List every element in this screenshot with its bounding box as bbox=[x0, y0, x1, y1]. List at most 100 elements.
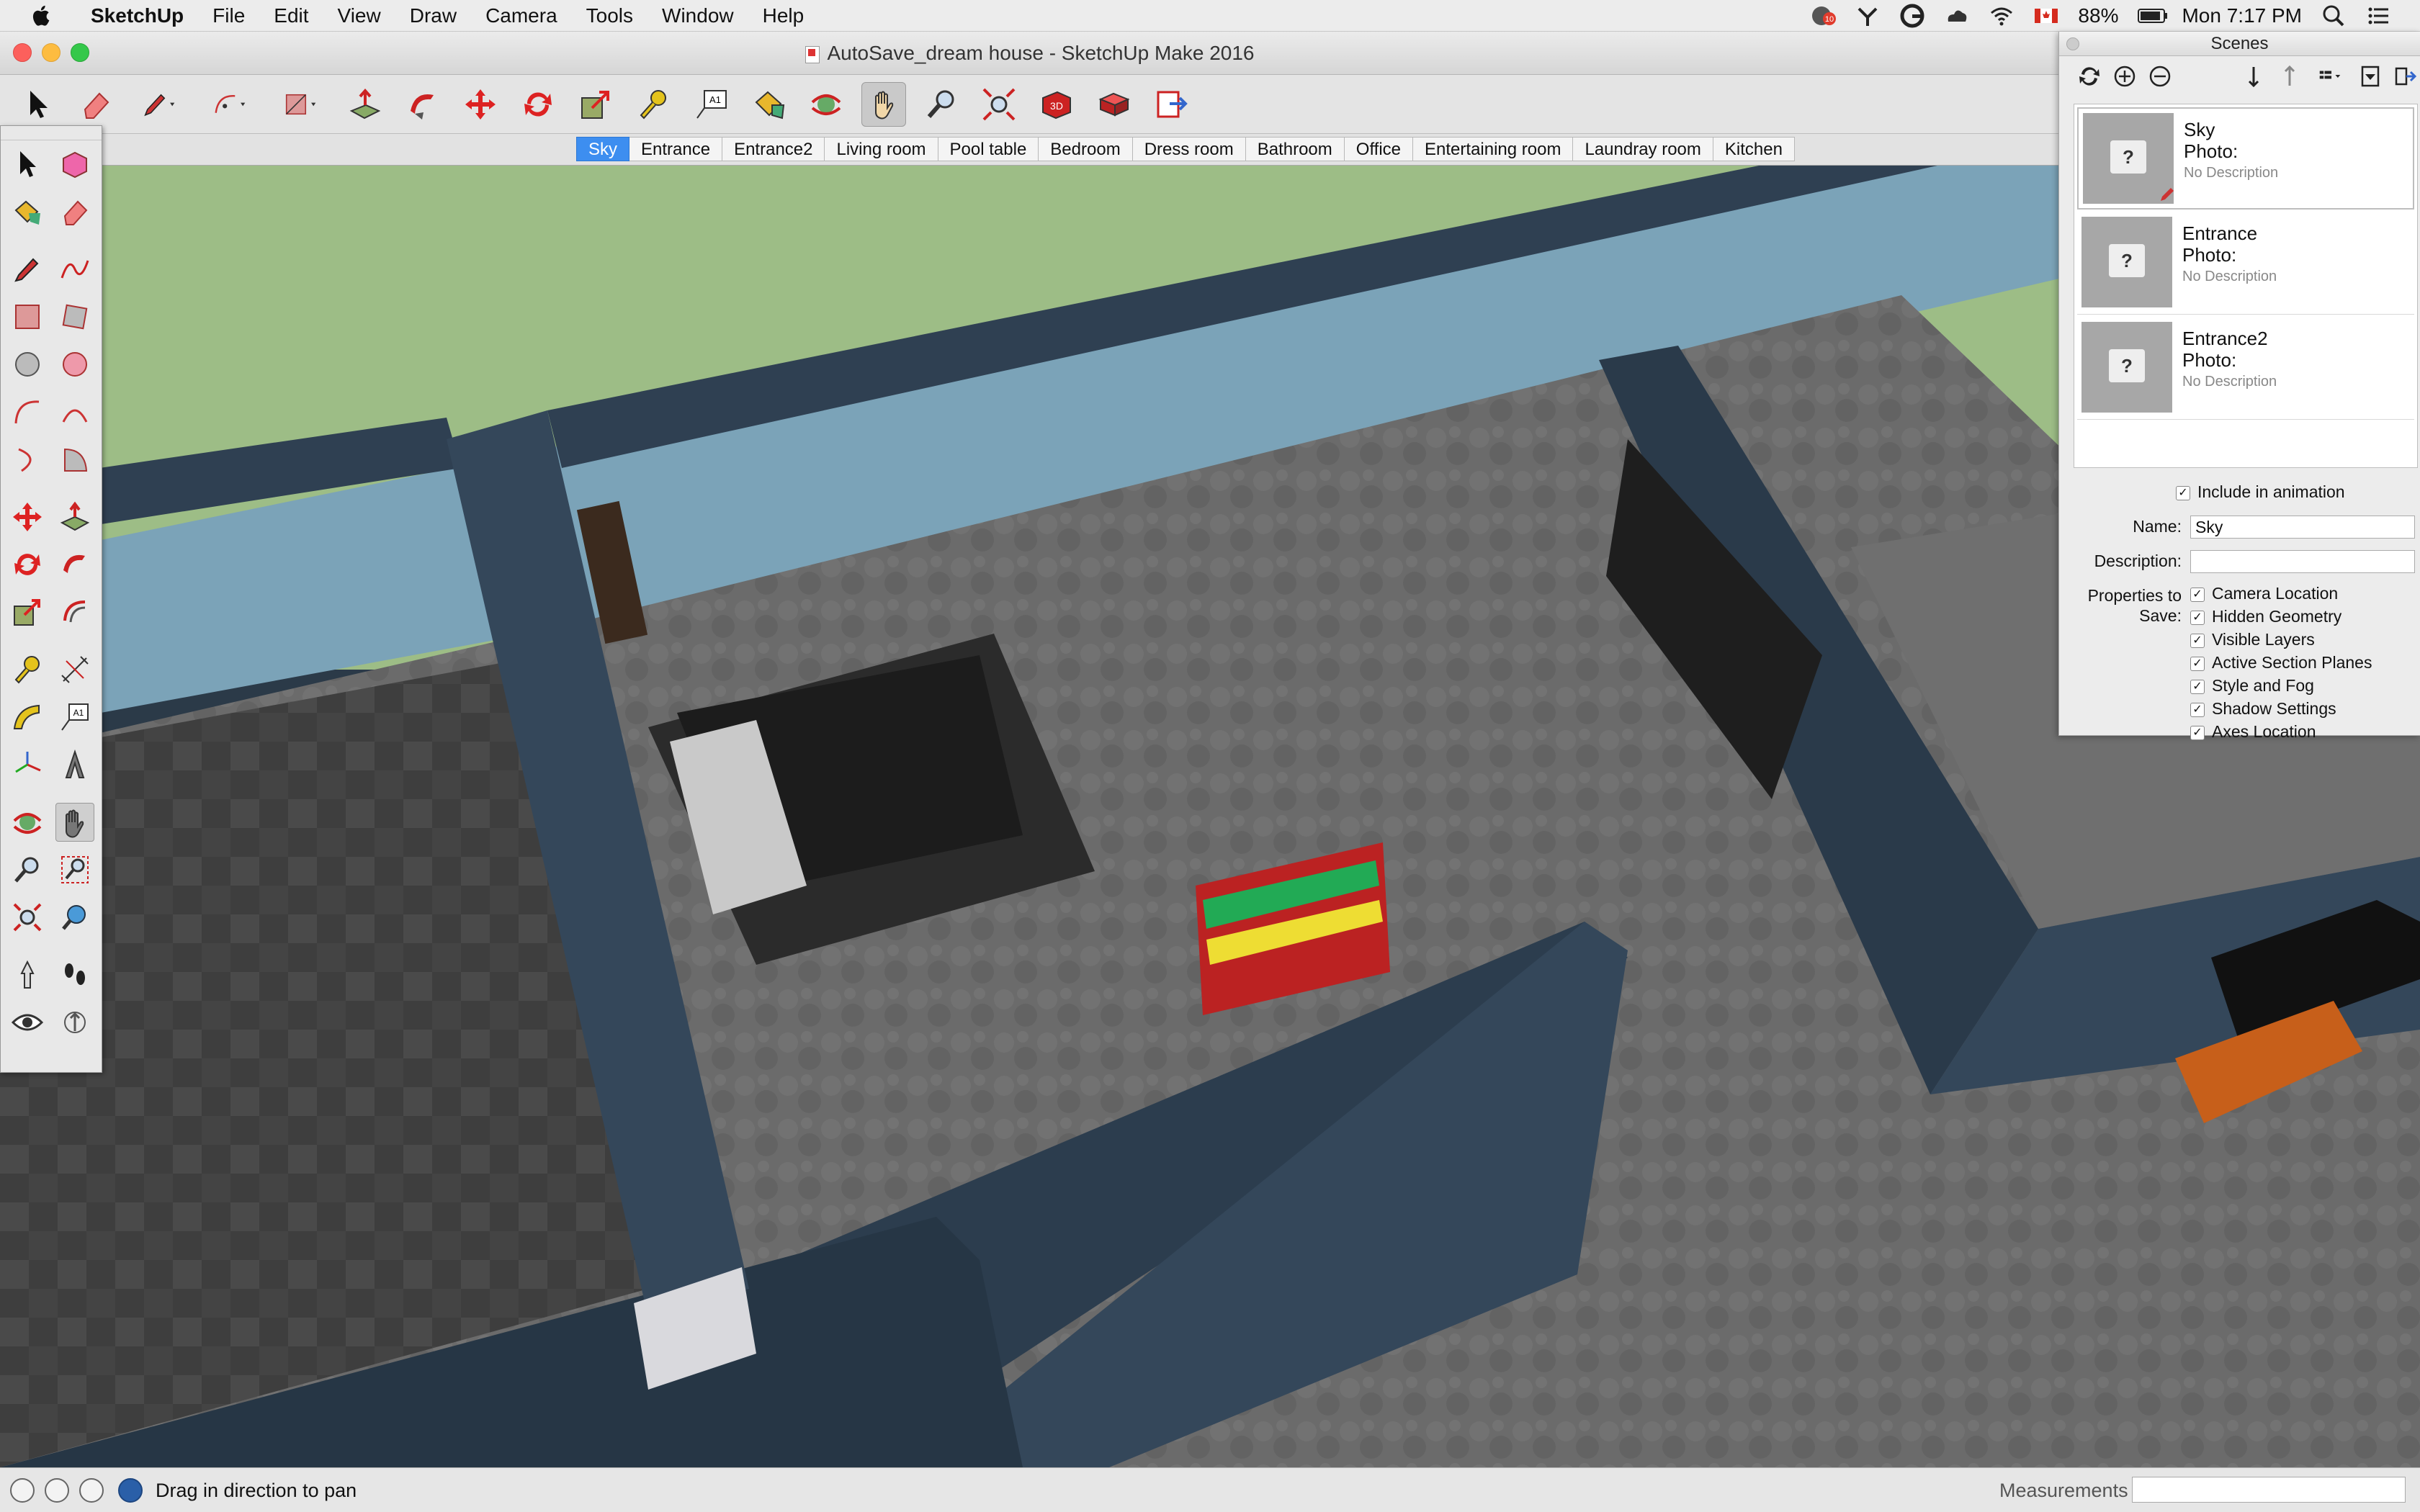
include-animation-checkbox[interactable]: ✓ bbox=[2176, 485, 2190, 500]
tape-measure-tool[interactable] bbox=[8, 650, 47, 689]
push-pull-tool[interactable] bbox=[55, 498, 94, 536]
pencil-tool-button[interactable] bbox=[131, 82, 189, 127]
scale-tool[interactable] bbox=[8, 593, 47, 631]
rectangle-tool-button[interactable] bbox=[272, 82, 330, 127]
zoom-extents-tool[interactable] bbox=[8, 898, 47, 937]
notification-center-icon[interactable] bbox=[2365, 3, 2391, 29]
active-section-planes-checkbox[interactable]: ✓ bbox=[2190, 656, 2205, 671]
style-and-fog-checkbox[interactable]: ✓ bbox=[2190, 679, 2205, 694]
zoom-tool[interactable] bbox=[8, 850, 47, 889]
axes-location-checkbox[interactable]: ✓ bbox=[2190, 725, 2205, 740]
credits-icon[interactable] bbox=[45, 1478, 69, 1503]
move-scene-down-button[interactable] bbox=[2240, 60, 2268, 92]
tab-entrance[interactable]: Entrance bbox=[629, 137, 723, 161]
tab-kitchen[interactable]: Kitchen bbox=[1713, 137, 1795, 161]
tab-office[interactable]: Office bbox=[1344, 137, 1414, 161]
2-point-arc-tool[interactable] bbox=[55, 392, 94, 431]
extension-warehouse-button[interactable] bbox=[1092, 82, 1137, 127]
rotate-tool[interactable] bbox=[8, 545, 47, 584]
3d-warehouse-button[interactable]: 3D bbox=[1034, 82, 1079, 127]
user-icon[interactable] bbox=[79, 1478, 104, 1503]
scene-description-input[interactable] bbox=[2190, 550, 2415, 573]
scene-item-entrance2[interactable]: ? Entrance2 Photo: No Description bbox=[2077, 318, 2414, 420]
eraser-tool-button[interactable] bbox=[73, 82, 118, 127]
arc-tool[interactable] bbox=[8, 392, 47, 431]
tape-measure-tool-button[interactable] bbox=[631, 82, 676, 127]
geolocation-icon[interactable] bbox=[10, 1478, 35, 1503]
scenes-list[interactable]: ? Sky Photo: No Description ? Entrance P… bbox=[2074, 104, 2418, 468]
palette-grip[interactable] bbox=[1, 126, 102, 140]
send-to-layout-button[interactable] bbox=[1150, 82, 1194, 127]
show-details-button[interactable] bbox=[2357, 60, 2385, 92]
menu-draw[interactable]: Draw bbox=[395, 0, 471, 32]
menu-camera[interactable]: Camera bbox=[471, 0, 572, 32]
select-tool[interactable] bbox=[8, 145, 47, 184]
dimension-tool[interactable] bbox=[55, 650, 94, 689]
tab-bathroom[interactable]: Bathroom bbox=[1245, 137, 1345, 161]
pan-tool[interactable] bbox=[55, 803, 94, 842]
fork-icon[interactable] bbox=[1855, 3, 1881, 29]
text-tool-button[interactable]: A1 bbox=[689, 82, 733, 127]
visible-layers-checkbox[interactable]: ✓ bbox=[2190, 633, 2205, 648]
expand-panel-button[interactable] bbox=[2392, 60, 2420, 92]
pan-tool-button[interactable] bbox=[861, 81, 906, 127]
menu-tools[interactable]: Tools bbox=[572, 0, 647, 32]
spotlight-search-icon[interactable] bbox=[2321, 3, 2347, 29]
orbit-tool[interactable] bbox=[8, 803, 47, 842]
move-tool[interactable] bbox=[8, 498, 47, 536]
line-tool[interactable] bbox=[8, 250, 47, 289]
battery-icon[interactable] bbox=[2137, 3, 2168, 29]
menu-file[interactable]: File bbox=[198, 0, 259, 32]
menu-help[interactable]: Help bbox=[748, 0, 819, 32]
pie-tool[interactable] bbox=[55, 440, 94, 479]
scale-tool-button[interactable] bbox=[573, 82, 618, 127]
push-pull-tool-button[interactable] bbox=[343, 82, 387, 127]
3-point-arc-tool[interactable] bbox=[8, 440, 47, 479]
section-plane-tool[interactable] bbox=[55, 1003, 94, 1042]
grammarly-icon[interactable] bbox=[1899, 3, 1925, 29]
scene-item-sky[interactable]: ? Sky Photo: No Description bbox=[2077, 107, 2414, 210]
wifi-icon[interactable] bbox=[1989, 3, 2015, 29]
paint-bucket-tool[interactable] bbox=[8, 192, 47, 231]
axes-tool[interactable] bbox=[8, 745, 47, 784]
tab-entrance2[interactable]: Entrance2 bbox=[722, 137, 825, 161]
text-tool[interactable]: A1 bbox=[55, 698, 94, 737]
look-around-tool[interactable] bbox=[8, 1003, 47, 1042]
move-scene-up-button[interactable] bbox=[2275, 60, 2303, 92]
zoom-tool-button[interactable] bbox=[919, 82, 964, 127]
select-tool-button[interactable] bbox=[16, 82, 60, 127]
freehand-tool[interactable] bbox=[55, 250, 94, 289]
tab-sky[interactable]: Sky bbox=[576, 137, 630, 161]
menu-window[interactable]: Window bbox=[647, 0, 748, 32]
scene-name-input[interactable]: Sky bbox=[2190, 516, 2415, 539]
cloud-icon[interactable] bbox=[1944, 3, 1970, 29]
protractor-tool[interactable] bbox=[8, 698, 47, 737]
follow-me-tool[interactable] bbox=[55, 545, 94, 584]
help-icon[interactable] bbox=[118, 1478, 143, 1503]
shadow-settings-checkbox[interactable]: ✓ bbox=[2190, 702, 2205, 717]
arc-tool-button[interactable] bbox=[202, 82, 259, 127]
hidden-geometry-checkbox[interactable]: ✓ bbox=[2190, 610, 2205, 625]
measurements-input[interactable] bbox=[2132, 1477, 2406, 1503]
tab-pool-table[interactable]: Pool table bbox=[938, 137, 1039, 161]
make-component-tool[interactable] bbox=[55, 145, 94, 184]
offset-tool[interactable] bbox=[55, 593, 94, 631]
tab-entertaining-room[interactable]: Entertaining room bbox=[1413, 137, 1574, 161]
canada-flag-icon[interactable] bbox=[2033, 3, 2059, 29]
add-scene-button[interactable] bbox=[2110, 60, 2138, 92]
3d-text-tool[interactable] bbox=[55, 745, 94, 784]
rotate-tool-button[interactable] bbox=[516, 82, 560, 127]
zoom-window-tool[interactable] bbox=[55, 850, 94, 889]
tab-bedroom[interactable]: Bedroom bbox=[1039, 137, 1133, 161]
zoom-extents-tool-button[interactable] bbox=[977, 82, 1021, 127]
menu-view[interactable]: View bbox=[323, 0, 395, 32]
follow-me-tool-button[interactable] bbox=[400, 82, 445, 127]
orbit-tool-button[interactable] bbox=[804, 82, 848, 127]
menu-sketchup[interactable]: SketchUp bbox=[76, 0, 198, 32]
rectangle-tool[interactable] bbox=[8, 297, 47, 336]
remove-scene-button[interactable] bbox=[2146, 60, 2174, 92]
scene-item-entrance[interactable]: ? Entrance Photo: No Description bbox=[2077, 212, 2414, 315]
tab-living-room[interactable]: Living room bbox=[825, 137, 938, 161]
polygon-tool[interactable] bbox=[55, 345, 94, 384]
view-options-button[interactable] bbox=[2311, 60, 2349, 92]
